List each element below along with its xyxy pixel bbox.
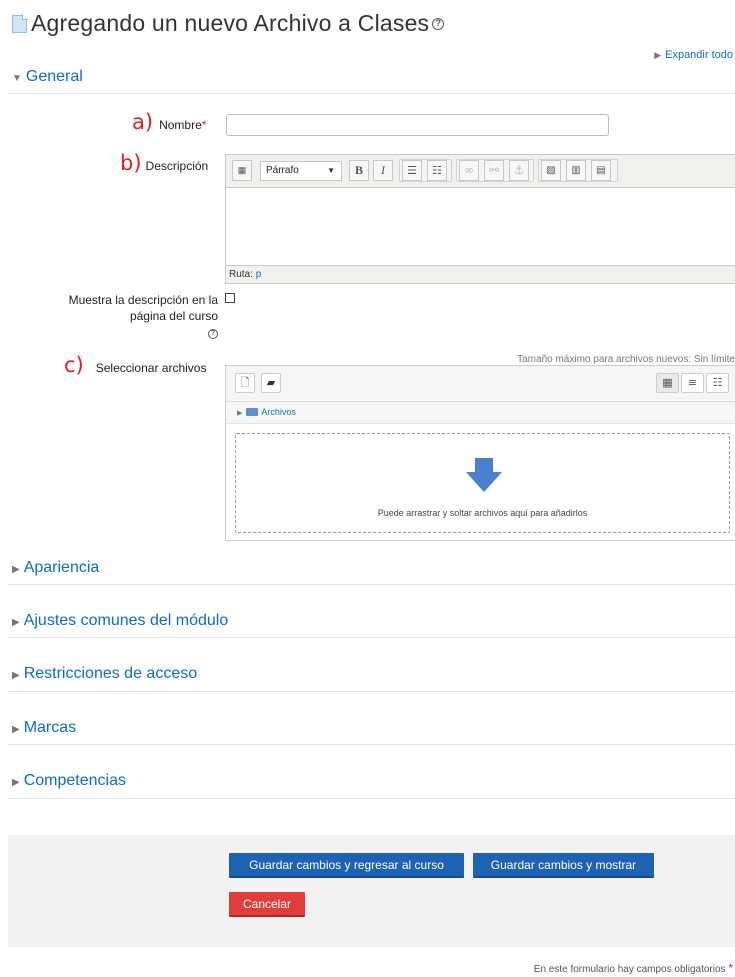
bold-button[interactable]: B bbox=[349, 160, 369, 181]
section-competencies[interactable]: ▶ Competencias bbox=[12, 772, 126, 790]
chevron-right-icon: ▶ bbox=[12, 777, 20, 788]
chevron-right-icon: ▶ bbox=[12, 617, 20, 628]
description-textarea[interactable] bbox=[226, 188, 735, 266]
help-icon[interactable]: ? bbox=[208, 328, 218, 339]
select-files-label: Seleccionar archivos bbox=[95, 361, 207, 375]
media-icon[interactable]: ▥ bbox=[566, 160, 586, 181]
show-description-label: Muestra la descripción en la página del … bbox=[68, 293, 218, 339]
section-common-settings[interactable]: ▶ Ajustes comunes del módulo bbox=[12, 612, 228, 630]
add-file-icon[interactable]: 🗋 bbox=[235, 373, 255, 393]
required-icon: * bbox=[201, 118, 207, 132]
unlink-icon[interactable]: ⚯ bbox=[484, 160, 504, 181]
chevron-down-icon: ▼ bbox=[12, 73, 22, 84]
section-tags[interactable]: ▶ Marcas bbox=[12, 719, 76, 737]
editor-toolbar: ▦ Párrafo ▼ B I ☰ ☷ ∞ ⚯ ⚓ ▨ ▥ ▤ bbox=[226, 155, 735, 188]
save-return-button[interactable]: Guardar cambios y regresar al curso bbox=[229, 853, 464, 878]
tree-view-icon[interactable]: ☷ bbox=[706, 373, 729, 393]
toolbar-toggle-icon[interactable]: ▦ bbox=[232, 160, 252, 181]
list-view-icon[interactable]: ≡ bbox=[681, 373, 704, 393]
chevron-right-icon: ▶ bbox=[654, 50, 662, 60]
file-icon bbox=[12, 13, 28, 33]
paste-icon[interactable]: ▤ bbox=[591, 160, 611, 181]
editor-status-bar: Ruta: p bbox=[226, 265, 735, 283]
chevron-right-icon: ▶ bbox=[12, 670, 20, 681]
italic-button[interactable]: I bbox=[373, 160, 393, 181]
image-icon[interactable]: ▨ bbox=[541, 160, 561, 181]
anchor-icon[interactable]: ⚓ bbox=[509, 160, 529, 181]
description-label-row: b) Descripción bbox=[120, 151, 208, 175]
annotation-b: b) bbox=[120, 151, 142, 175]
numbered-list-icon[interactable]: ☷ bbox=[427, 160, 447, 181]
show-description-checkbox[interactable] bbox=[225, 293, 235, 303]
annotation-a: a) bbox=[132, 110, 154, 134]
divider bbox=[8, 798, 735, 799]
description-editor: ▦ Párrafo ▼ B I ☰ ☷ ∞ ⚯ ⚓ ▨ ▥ ▤ Ruta: p bbox=[225, 154, 735, 284]
max-file-size-note: Tamaño máximo para archivos nuevos: Sin … bbox=[517, 354, 735, 365]
name-label-row: a) Nombre * bbox=[132, 110, 206, 134]
save-display-button[interactable]: Guardar cambios y mostrar bbox=[473, 853, 654, 878]
link-icon[interactable]: ∞ bbox=[459, 160, 479, 181]
name-input[interactable] bbox=[226, 114, 609, 136]
filepicker-toolbar: 🗋 ▰ ▦ ≡ ☷ bbox=[226, 366, 735, 402]
description-label: Descripción bbox=[145, 159, 209, 173]
expand-all-link[interactable]: ▶ Expandir todo bbox=[654, 49, 733, 61]
divider bbox=[8, 744, 735, 745]
dropzone-text: Puede arrastrar y soltar archivos aquí p… bbox=[377, 508, 588, 518]
required-icon: * bbox=[728, 961, 733, 975]
bullet-list-icon[interactable]: ☰ bbox=[402, 160, 422, 181]
paragraph-format-select[interactable]: Párrafo ▼ bbox=[260, 161, 342, 181]
divider bbox=[8, 637, 735, 638]
file-manager: 🗋 ▰ ▦ ≡ ☷ ▶ Archivos Puede arrastrar y so… bbox=[225, 365, 735, 541]
download-arrow-icon bbox=[466, 458, 502, 492]
folder-icon bbox=[246, 407, 259, 416]
page-header: Agregando un nuevo Archivo a Clases ? bbox=[12, 10, 445, 37]
divider bbox=[8, 584, 735, 585]
chevron-right-icon: ▶ bbox=[12, 724, 20, 735]
section-general[interactable]: ▼ General bbox=[12, 68, 83, 86]
filepicker-path[interactable]: ▶ Archivos bbox=[226, 402, 735, 424]
create-folder-icon[interactable]: ▰ bbox=[261, 373, 281, 393]
file-dropzone[interactable]: Puede arrastrar y soltar archivos aquí p… bbox=[235, 433, 730, 533]
chevron-right-icon: ▶ bbox=[12, 564, 20, 575]
divider bbox=[8, 691, 735, 692]
annotation-c: c) bbox=[64, 353, 84, 377]
chevron-right-icon: ▶ bbox=[237, 410, 243, 417]
help-icon[interactable]: ? bbox=[432, 17, 445, 30]
status-path-link[interactable]: p bbox=[256, 269, 262, 280]
form-actions: Guardar cambios y regresar al curso Guar… bbox=[8, 835, 735, 947]
name-label: Nombre bbox=[159, 118, 202, 132]
select-files-label-row: c) Seleccionar archivos bbox=[64, 353, 206, 377]
chevron-down-icon: ▼ bbox=[327, 166, 335, 175]
divider bbox=[8, 93, 735, 94]
section-restrictions[interactable]: ▶ Restricciones de acceso bbox=[12, 665, 197, 683]
icon-view-icon[interactable]: ▦ bbox=[656, 373, 679, 393]
section-appearance[interactable]: ▶ Apariencia bbox=[12, 559, 99, 577]
page-title: Agregando un nuevo Archivo a Clases bbox=[31, 10, 430, 36]
cancel-button[interactable]: Cancelar bbox=[229, 892, 305, 917]
required-fields-note: En este formulario hay campos obligatori… bbox=[533, 961, 733, 975]
